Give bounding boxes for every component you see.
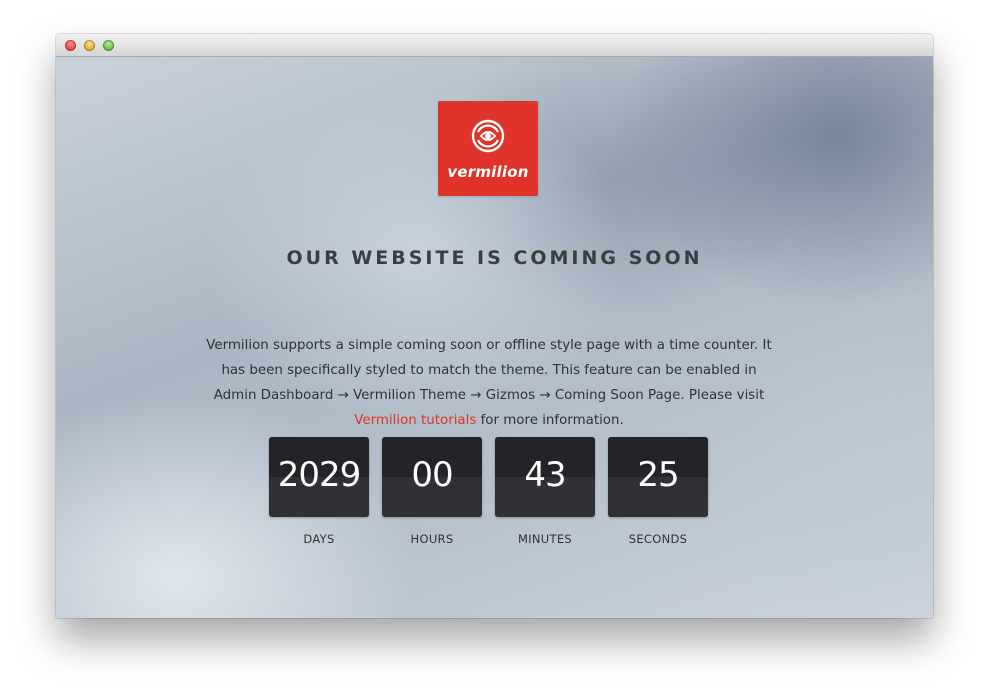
countdown-hours: 00 HOURS [382,437,482,546]
close-window-button[interactable] [65,40,76,51]
logo-wordmark: vermilion [447,163,529,181]
screen: vermilion OUR WEBSITE IS COMING SOON Ver… [0,0,989,697]
counter-box: 25 [608,437,708,517]
counter-label: SECONDS [628,532,688,546]
counter-label: MINUTES [517,532,573,546]
coming-soon-page: vermilion OUR WEBSITE IS COMING SOON Ver… [56,57,933,618]
window-titlebar [56,34,933,57]
minimize-window-button[interactable] [84,40,95,51]
counter-value: 43 [524,455,566,495]
counter-value: 2029 [277,455,362,495]
counter-box: 2029 [269,437,369,517]
countdown-days: 2029 DAYS [269,437,369,546]
page-description: Vermilion supports a simple coming soon … [206,333,772,433]
counter-box: 43 [495,437,595,517]
countdown-seconds: 25 SECONDS [608,437,708,546]
zoom-window-button[interactable] [103,40,114,51]
counter-value: 00 [411,455,453,495]
description-text: Vermilion supports a simple coming soon … [206,338,772,403]
counter-label: HOURS [410,532,454,546]
tutorials-link[interactable]: Vermilion tutorials [354,413,476,428]
counter-label: DAYS [303,532,335,546]
description-suffix: for more information. [476,413,624,428]
browser-window: vermilion OUR WEBSITE IS COMING SOON Ver… [56,34,933,618]
counter-value: 25 [637,455,679,495]
page-title: OUR WEBSITE IS COMING SOON [286,247,703,269]
counter-box: 00 [382,437,482,517]
countdown-minutes: 43 MINUTES [495,437,595,546]
vermilion-emblem-icon [471,119,505,153]
vermilion-logo: vermilion [438,101,538,196]
